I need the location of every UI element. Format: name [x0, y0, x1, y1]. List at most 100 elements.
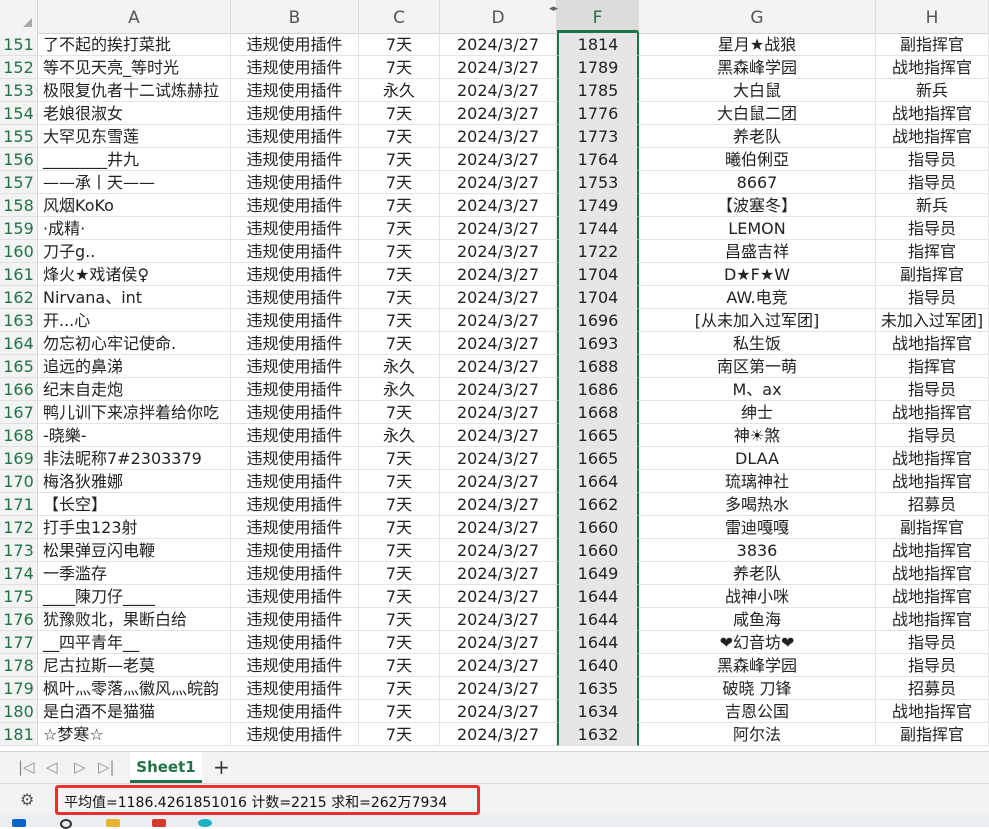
cell-h[interactable]: 战地指挥官 — [876, 608, 989, 631]
row-header[interactable]: 153 — [0, 79, 38, 102]
cell-g[interactable]: 破晓 刀锋 — [639, 677, 876, 700]
cell-g[interactable]: 黑森峰学园 — [639, 56, 876, 79]
cell-c[interactable]: 7天 — [359, 677, 440, 700]
row-header[interactable]: 162 — [0, 286, 38, 309]
cell-f[interactable]: 1640 — [557, 654, 639, 677]
cell-c[interactable]: 7天 — [359, 585, 440, 608]
cell-c[interactable]: 7天 — [359, 217, 440, 240]
row-header[interactable]: 173 — [0, 539, 38, 562]
cell-d[interactable]: 2024/3/27 — [440, 539, 557, 562]
cell-d[interactable]: 2024/3/27 — [440, 286, 557, 309]
cell-h[interactable]: 招募员 — [876, 677, 989, 700]
cell-a[interactable]: 刀子g.. — [38, 240, 231, 263]
cell-h[interactable]: 指导员 — [876, 378, 989, 401]
cell-c[interactable]: 7天 — [359, 470, 440, 493]
cell-h[interactable]: 指挥官 — [876, 355, 989, 378]
column-header-f[interactable]: F — [557, 0, 639, 33]
cell-c[interactable]: 7天 — [359, 33, 440, 56]
browser-icon[interactable] — [198, 819, 212, 827]
cell-b[interactable]: 违规使用插件 — [231, 401, 359, 424]
row-header[interactable]: 161 — [0, 263, 38, 286]
cell-a[interactable]: ——承丨天—— — [38, 171, 231, 194]
add-sheet-button[interactable]: + — [213, 755, 230, 779]
cell-d[interactable]: 2024/3/27 — [440, 217, 557, 240]
cell-g[interactable]: 大白鼠二团 — [639, 102, 876, 125]
cell-b[interactable]: 违规使用插件 — [231, 355, 359, 378]
cell-d[interactable]: 2024/3/27 — [440, 148, 557, 171]
cell-b[interactable]: 违规使用插件 — [231, 470, 359, 493]
cell-d[interactable]: 2024/3/27 — [440, 654, 557, 677]
cell-a[interactable]: Nirvana、int — [38, 286, 231, 309]
row-header[interactable]: 151 — [0, 33, 38, 56]
cell-d[interactable]: 2024/3/27 — [440, 608, 557, 631]
cell-h[interactable]: 战地指挥官 — [876, 401, 989, 424]
cell-g[interactable]: 私生饭 — [639, 332, 876, 355]
cell-d[interactable]: 2024/3/27 — [440, 516, 557, 539]
cell-f[interactable]: 1660 — [557, 516, 639, 539]
row-header[interactable]: 178 — [0, 654, 38, 677]
row-header[interactable]: 156 — [0, 148, 38, 171]
cell-f[interactable]: 1686 — [557, 378, 639, 401]
cell-b[interactable]: 违规使用插件 — [231, 79, 359, 102]
cell-d[interactable]: 2024/3/27 — [440, 355, 557, 378]
cell-c[interactable]: 永久 — [359, 424, 440, 447]
cell-d[interactable]: 2024/3/27 — [440, 102, 557, 125]
row-header[interactable]: 174 — [0, 562, 38, 585]
cell-f[interactable]: 1644 — [557, 631, 639, 654]
cell-b[interactable]: 违规使用插件 — [231, 424, 359, 447]
cell-h[interactable]: 战地指挥官 — [876, 539, 989, 562]
cell-c[interactable]: 7天 — [359, 631, 440, 654]
cell-a[interactable]: ________井九 — [38, 148, 231, 171]
cell-h[interactable]: 战地指挥官 — [876, 585, 989, 608]
cell-g[interactable]: DLAA — [639, 447, 876, 470]
last-sheet-icon[interactable]: ▷| — [98, 758, 115, 776]
cell-h[interactable]: 副指挥官 — [876, 516, 989, 539]
cell-a[interactable]: 大罕见东雪莲 — [38, 125, 231, 148]
cell-a[interactable]: 尼古拉斯—老莫 — [38, 654, 231, 677]
column-header-h[interactable]: H — [876, 0, 989, 33]
cell-c[interactable]: 7天 — [359, 332, 440, 355]
cell-h[interactable]: 战地指挥官 — [876, 562, 989, 585]
cell-d[interactable]: 2024/3/27 — [440, 56, 557, 79]
cell-b[interactable]: 违规使用插件 — [231, 723, 359, 746]
cell-f[interactable]: 1665 — [557, 424, 639, 447]
cell-c[interactable]: 7天 — [359, 562, 440, 585]
cell-f[interactable]: 1704 — [557, 263, 639, 286]
cell-g[interactable]: 黑森峰学园 — [639, 654, 876, 677]
cell-b[interactable]: 违规使用插件 — [231, 516, 359, 539]
cell-g[interactable]: 绅士 — [639, 401, 876, 424]
file-explorer-icon[interactable] — [106, 819, 120, 827]
cell-d[interactable]: 2024/3/27 — [440, 378, 557, 401]
cell-f[interactable]: 1632 — [557, 723, 639, 746]
cell-b[interactable]: 违规使用插件 — [231, 677, 359, 700]
prev-sheet-icon[interactable]: ◁ — [46, 758, 58, 776]
cell-b[interactable]: 违规使用插件 — [231, 148, 359, 171]
cell-a[interactable]: 追远的鼻涕 — [38, 355, 231, 378]
cell-f[interactable]: 1722 — [557, 240, 639, 263]
cell-g[interactable]: 神☀煞 — [639, 424, 876, 447]
cell-f[interactable]: 1776 — [557, 102, 639, 125]
cell-f[interactable]: 1634 — [557, 700, 639, 723]
cell-d[interactable]: 2024/3/27 — [440, 79, 557, 102]
row-header[interactable]: 169 — [0, 447, 38, 470]
cell-g[interactable]: 战神小咪 — [639, 585, 876, 608]
cell-a[interactable]: 梅洛狄雅娜 — [38, 470, 231, 493]
cell-h[interactable]: 战地指挥官 — [876, 700, 989, 723]
cell-b[interactable]: 违规使用插件 — [231, 447, 359, 470]
cell-f[interactable]: 1789 — [557, 56, 639, 79]
row-header[interactable]: 158 — [0, 194, 38, 217]
cell-d[interactable]: 2024/3/27 — [440, 585, 557, 608]
cell-h[interactable]: 副指挥官 — [876, 33, 989, 56]
cell-c[interactable]: 7天 — [359, 654, 440, 677]
cell-c[interactable]: 7天 — [359, 700, 440, 723]
cell-d[interactable]: 2024/3/27 — [440, 631, 557, 654]
cell-a[interactable]: 等不见天亮_等时光 — [38, 56, 231, 79]
cell-g[interactable]: 琉璃神社 — [639, 470, 876, 493]
cell-c[interactable]: 永久 — [359, 79, 440, 102]
cell-a[interactable]: __四平青年__ — [38, 631, 231, 654]
cell-b[interactable]: 违规使用插件 — [231, 654, 359, 677]
cell-d[interactable]: 2024/3/27 — [440, 125, 557, 148]
row-header[interactable]: 164 — [0, 332, 38, 355]
cell-g[interactable]: D★F★W — [639, 263, 876, 286]
cell-b[interactable]: 违规使用插件 — [231, 378, 359, 401]
